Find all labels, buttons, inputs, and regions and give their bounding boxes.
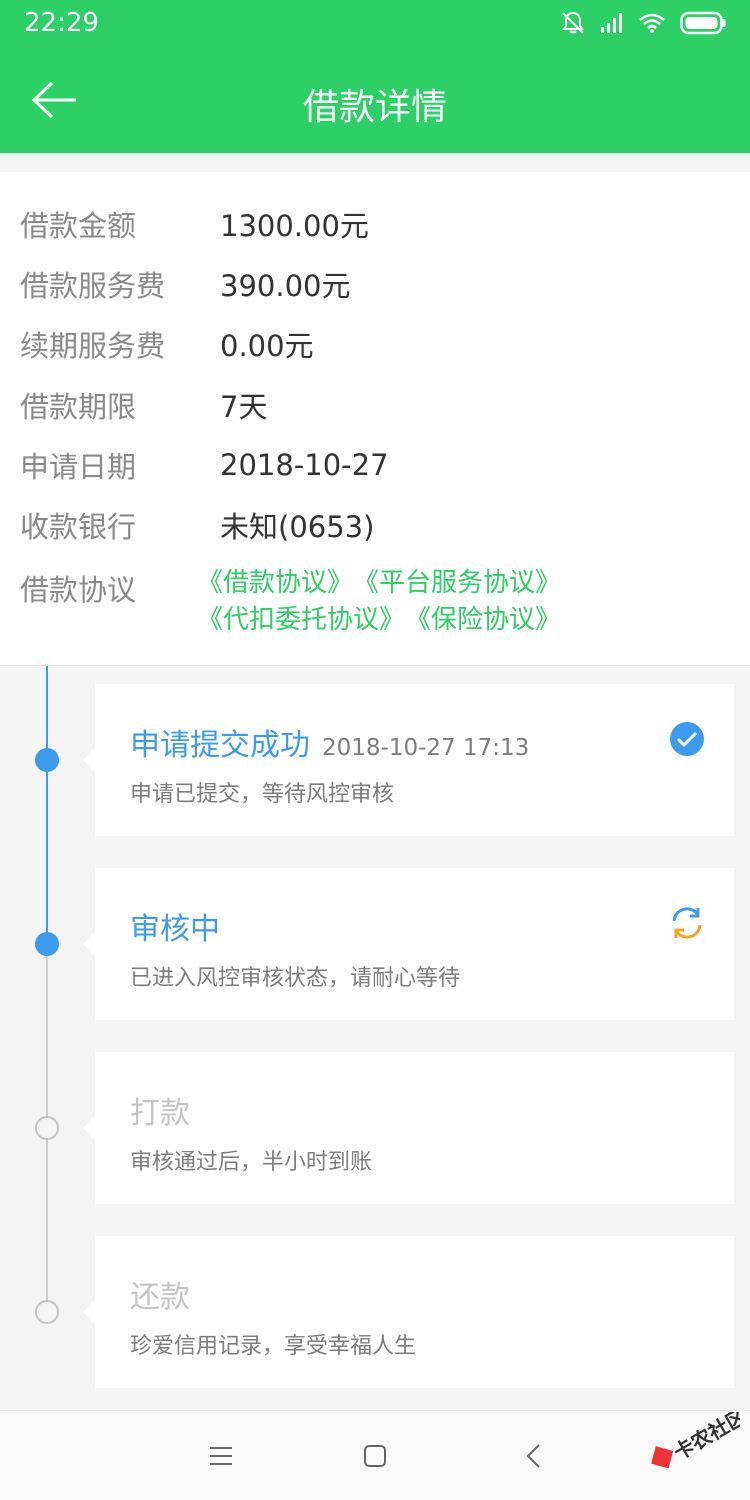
page-title: 借款详情 bbox=[302, 87, 447, 128]
step-desc: 珍爱信用记录，享受幸福人生 bbox=[130, 1334, 417, 1359]
info-row-service-fee: 借款服务费 390.00元 bbox=[20, 264, 350, 304]
info-value: 1300.00元 bbox=[220, 209, 369, 243]
chevron-left-icon bbox=[526, 1444, 540, 1468]
info-row-term: 借款期限 7天 bbox=[20, 385, 267, 425]
insurance-agreement-link[interactable]: 《保险协议》 bbox=[405, 602, 561, 639]
info-label: 借款金额 bbox=[20, 209, 137, 243]
agreements: 《借款协议》 《平台服务协议》 《代扣委托协议》 《保险协议》 bbox=[197, 565, 561, 639]
agreement-label: 借款协议 bbox=[20, 573, 137, 607]
check-circle-icon bbox=[670, 722, 704, 756]
info-value: 2018-10-27 bbox=[220, 448, 389, 482]
square-icon bbox=[364, 1445, 386, 1467]
refresh-icon bbox=[672, 907, 702, 939]
step-title: 还款 bbox=[130, 1280, 190, 1315]
timeline-line-active bbox=[46, 666, 48, 944]
loan-agreement-link[interactable]: 《借款协议》 bbox=[197, 565, 353, 602]
system-nav-bar bbox=[0, 1410, 750, 1500]
svg-text:卡农社区: 卡农社区 bbox=[669, 1412, 740, 1465]
status-time: 22:29 bbox=[24, 8, 99, 38]
loan-info-card: 借款金额 1300.00元 借款服务费 390.00元 续期服务费 0.00元 … bbox=[0, 172, 750, 665]
nav-back-button[interactable] bbox=[513, 1436, 553, 1476]
timeline-dot bbox=[35, 1300, 59, 1324]
info-row-bank: 收款银行 未知(0653) bbox=[20, 505, 374, 545]
menu-icon bbox=[210, 1447, 232, 1465]
step-card-submitted: 申请提交成功 2018-10-27 17:13 申请已提交，等待风控审核 bbox=[83, 684, 734, 836]
step-card-reviewing: 审核中 已进入风控审核状态，请耐心等待 bbox=[83, 868, 734, 1020]
step-time: 2018-10-27 17:13 bbox=[322, 735, 530, 761]
step-desc: 已进入风控审核状态，请耐心等待 bbox=[130, 966, 461, 991]
app-bar: 借款详情 bbox=[0, 48, 750, 153]
home-button[interactable] bbox=[355, 1436, 395, 1476]
loan-progress-timeline: 申请提交成功 2018-10-27 17:13 申请已提交，等待风控审核 审核中… bbox=[0, 665, 750, 1410]
agreement-line: 《借款协议》 《平台服务协议》 bbox=[197, 565, 561, 602]
step-card-payout: 打款 审核通过后，半小时到账 bbox=[83, 1052, 734, 1204]
info-label: 申请日期 bbox=[20, 450, 137, 484]
bell-off-icon bbox=[562, 11, 584, 34]
timeline-dot bbox=[35, 1116, 59, 1140]
agreement-line: 《代扣委托协议》 《保险协议》 bbox=[197, 602, 561, 639]
info-label: 借款期限 bbox=[20, 390, 137, 424]
withhold-agreement-link[interactable]: 《代扣委托协议》 bbox=[197, 602, 405, 639]
step-title: 审核中 bbox=[130, 912, 220, 947]
info-value: 7天 bbox=[220, 390, 268, 424]
battery-icon bbox=[680, 11, 726, 35]
info-label: 续期服务费 bbox=[20, 329, 166, 363]
info-value: 0.00元 bbox=[220, 329, 314, 363]
status-bar: 22:29 bbox=[0, 0, 750, 48]
info-label: 借款服务费 bbox=[20, 269, 166, 303]
platform-agreement-link[interactable]: 《平台服务协议》 bbox=[353, 565, 561, 602]
timeline-dot bbox=[35, 932, 59, 956]
info-value: 未知(0653) bbox=[220, 510, 375, 544]
step-card-repayment: 还款 珍爱信用记录，享受幸福人生 bbox=[83, 1236, 734, 1388]
watermark-logo: 卡农社区 bbox=[651, 1412, 740, 1469]
info-row-amount: 借款金额 1300.00元 bbox=[20, 204, 369, 244]
step-desc: 申请已提交，等待风控审核 bbox=[130, 782, 395, 807]
info-row-apply-date: 申请日期 2018-10-27 bbox=[20, 445, 389, 485]
menu-button[interactable] bbox=[201, 1436, 241, 1476]
timeline-dot bbox=[35, 748, 59, 772]
wifi-icon bbox=[639, 13, 665, 33]
info-label: 收款银行 bbox=[20, 510, 137, 544]
step-title: 打款 bbox=[130, 1096, 190, 1131]
status-icons bbox=[560, 10, 726, 36]
step-desc: 审核通过后，半小时到账 bbox=[130, 1150, 373, 1175]
step-title: 申请提交成功 bbox=[130, 728, 310, 763]
info-row-renewal-fee: 续期服务费 0.00元 bbox=[20, 324, 314, 364]
info-value: 390.00元 bbox=[220, 269, 351, 303]
signal-icon bbox=[601, 13, 622, 33]
